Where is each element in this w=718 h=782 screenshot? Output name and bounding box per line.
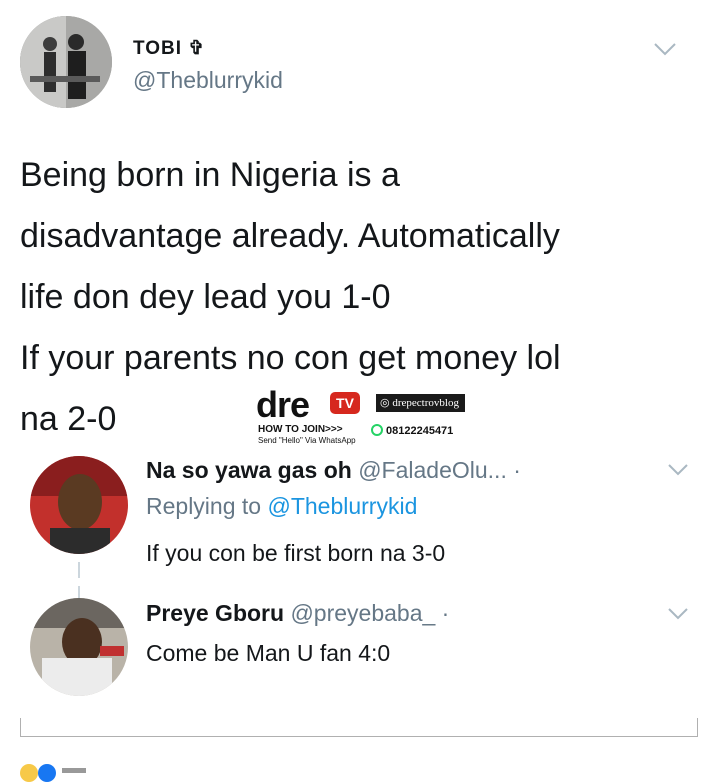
watermark-logo: dre TV ◎ drepectrovblog HOW TO JOIN>>> S… xyxy=(256,384,506,445)
reply-author-name[interactable]: Na so yawa gas oh xyxy=(146,457,352,483)
chevron-down-icon[interactable] xyxy=(666,606,690,622)
reaction-icon[interactable] xyxy=(20,764,38,782)
watermark-instagram-handle: drepectrovblog xyxy=(392,397,459,409)
replying-to-label: Replying to xyxy=(146,493,262,519)
reply-header: Na so yawa gas oh @FaladeOlu... · xyxy=(146,457,521,484)
watermark-brand: dre xyxy=(256,384,310,425)
reply-text: If you con be first born na 3-0 xyxy=(146,540,446,566)
whatsapp-icon xyxy=(371,424,383,436)
replying-to-handle[interactable]: @Theblurrykid xyxy=(267,493,417,519)
tweet-line: Being born in Nigeria is a xyxy=(20,156,400,194)
like-reaction-icon[interactable] xyxy=(38,764,56,782)
watermark-how-to-join: HOW TO JOIN>>> xyxy=(258,424,343,435)
reply-author-handle[interactable]: @preyebaba_ · xyxy=(290,600,449,626)
watermark-instagram: ◎ drepectrovblog xyxy=(376,394,465,412)
thread-connector xyxy=(78,562,80,602)
reply-composer[interactable] xyxy=(20,718,698,737)
watermark-tv-badge: TV xyxy=(330,392,360,414)
author-avatar[interactable] xyxy=(20,16,112,108)
reply-header: Preye Gboru @preyebaba_ · xyxy=(146,600,449,627)
watermark-send-hello: Send "Hello" Via WhatsApp xyxy=(258,436,356,445)
tweet-line: disadvantage already. Automatically xyxy=(20,217,560,255)
tweet-line: If your parents no con get money lol xyxy=(20,339,561,377)
reply-author-name[interactable]: Preye Gboru xyxy=(146,600,284,626)
reply-text: Come be Man U fan 4:0 xyxy=(146,640,391,666)
reply-avatar[interactable] xyxy=(30,456,128,554)
tweet-line: life don dey lead you 1-0 xyxy=(20,278,391,316)
chevron-down-icon[interactable] xyxy=(652,40,678,58)
reply-avatar[interactable] xyxy=(30,598,128,696)
chevron-down-icon[interactable] xyxy=(666,462,690,478)
watermark-phone: 08122245471 xyxy=(386,425,454,437)
reply-author-handle[interactable]: @FaladeOlu... · xyxy=(358,457,521,483)
author-handle[interactable]: @Theblurrykid xyxy=(133,67,283,94)
replying-to: Replying to @Theblurrykid xyxy=(146,493,417,520)
reaction-count xyxy=(62,768,86,773)
author-name[interactable]: TOBI ✞ xyxy=(133,37,205,60)
